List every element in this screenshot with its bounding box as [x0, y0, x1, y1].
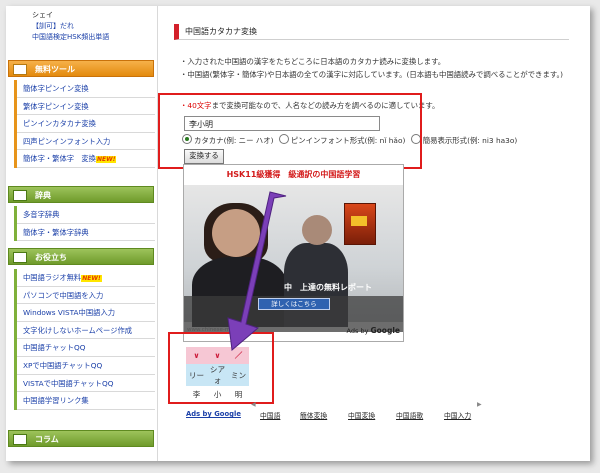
section-title: コラム — [35, 435, 59, 444]
sidebar-item[interactable]: XPで中国語チャットQQ — [17, 357, 155, 375]
sidebar-item[interactable]: 簡体字ピンイン変換 — [17, 80, 155, 98]
main-content: 中国語カタカナ変換 ・入力された中国語の漢字をたちどころに日本語のカタカナ読みに… — [158, 6, 590, 461]
section-header-useful: お役立ち — [8, 248, 154, 265]
nav-list-dictionary: 多音字辞典 簡体字・繁体字辞典 — [14, 206, 155, 242]
sidebar-item-label: 簡体字・繁体字 変換 — [23, 154, 96, 164]
book-icon — [13, 64, 27, 75]
sidebar-item-label: Windows VISTA中国語入力 — [23, 308, 116, 318]
sidebar: シェイ 【訓可】だれ 中国語検定HSK頻出単語 無料ツール 簡体字ピンイン変換 … — [6, 6, 158, 461]
section-title: 辞典 — [35, 191, 51, 200]
sidebar-item-label: XPで中国語チャットQQ — [23, 360, 103, 370]
nav-list-useful: 中国語ラジオ無料NEW! パソコンで中国語を入力 Windows VISTA中国… — [14, 269, 155, 410]
sidebar-item-label: 繁体字ピンイン変換 — [23, 101, 89, 111]
section-header-dictionary: 辞典 — [8, 186, 154, 203]
sidebar-item-label: 簡体字ピンイン変換 — [23, 84, 89, 93]
sidebar-item[interactable]: 中国語チャットQQ — [17, 339, 155, 357]
sidebar-item-label: パソコンで中国語を入力 — [23, 290, 104, 300]
ads-by-google-link[interactable]: Ads by Google — [186, 410, 241, 418]
bottom-link[interactable]: 中国変換 — [348, 410, 375, 420]
sidebar-item[interactable]: 簡体字・繁体字 変換NEW! — [17, 150, 155, 168]
book-icon — [13, 434, 27, 445]
book-icon — [13, 252, 27, 263]
bottom-link-bar: Ads by Google 中国語 簡体変換 中国変換 中国語歌 中国入力 — [186, 410, 478, 421]
bottom-link[interactable]: 中国入力 — [444, 410, 471, 420]
new-badge: NEW! — [81, 275, 102, 282]
sidebar-top: シェイ 【訓可】だれ 中国語検定HSK頻出単語 — [6, 6, 157, 48]
nav-list-tools: 簡体字ピンイン変換 繁体字ピンイン変換 ピンインカタカナ変換 四声ピンインフォン… — [14, 80, 155, 168]
bottom-link[interactable]: 簡体変換 — [300, 410, 327, 420]
sidebar-item-label: 四声ピンインフォント入力 — [23, 136, 111, 146]
section-header-column: コラム — [8, 430, 154, 447]
section-header-tools: 無料ツール — [8, 60, 154, 77]
new-badge: NEW! — [95, 156, 117, 164]
sidebar-top-line-1: シェイ — [32, 11, 53, 19]
sidebar-item[interactable]: ピンインカタカナ変換 — [17, 115, 155, 133]
sidebar-item[interactable]: 繁体字ピンイン変換 — [17, 98, 155, 116]
sidebar-top-line-3[interactable]: 中国語検定HSK頻出単語 — [32, 32, 109, 42]
section-title: お役立ち — [35, 253, 67, 262]
sidebar-item-label: ピンインカタカナ変換 — [23, 119, 96, 129]
sidebar-item[interactable]: 多音字辞典 — [17, 206, 155, 224]
sidebar-item[interactable]: 簡体字・繁体字辞典 — [17, 224, 155, 242]
sidebar-item[interactable]: 中国語ラジオ無料NEW! — [17, 269, 155, 287]
sidebar-item[interactable]: パソコンで中国語を入力 — [17, 287, 155, 305]
sidebar-item-label: 簡体字・繁体字辞典 — [23, 227, 89, 237]
page: シェイ 【訓可】だれ 中国語検定HSK頻出単語 無料ツール 簡体字ピンイン変換 … — [6, 6, 590, 461]
sidebar-item-label: 文字化けしないホームページ作成 — [23, 325, 133, 335]
sidebar-item-label: VISTAで中国語チャットQQ — [23, 378, 114, 388]
scroll-right-arrow-icon[interactable]: ▶ — [477, 401, 482, 408]
bottom-link[interactable]: 中国語 — [260, 410, 280, 420]
sidebar-item[interactable]: 中国語学習リンク集 — [17, 392, 155, 410]
sidebar-top-line-2[interactable]: 【訓可】だれ — [32, 21, 74, 31]
book-icon — [13, 190, 27, 201]
bottom-link[interactable]: 中国語歌 — [396, 410, 423, 420]
sidebar-item[interactable]: VISTAで中国語チャットQQ — [17, 375, 155, 393]
sidebar-item-label: 中国語学習リンク集 — [23, 396, 89, 406]
scroll-left-arrow-icon[interactable]: ◀ — [251, 401, 256, 408]
sidebar-item[interactable]: Windows VISTA中国語入力 — [17, 304, 155, 322]
section-title: 無料ツール — [35, 65, 75, 74]
sidebar-item[interactable]: 文字化けしないホームページ作成 — [17, 322, 155, 340]
sidebar-item-label: 多音字辞典 — [23, 210, 60, 219]
sidebar-item-label: 中国語チャットQQ — [23, 343, 86, 353]
sidebar-item[interactable]: 四声ピンインフォント入力 — [17, 133, 155, 151]
down-arrow-icon — [227, 191, 287, 351]
sidebar-item-label: 中国語ラジオ無料 — [23, 273, 82, 282]
